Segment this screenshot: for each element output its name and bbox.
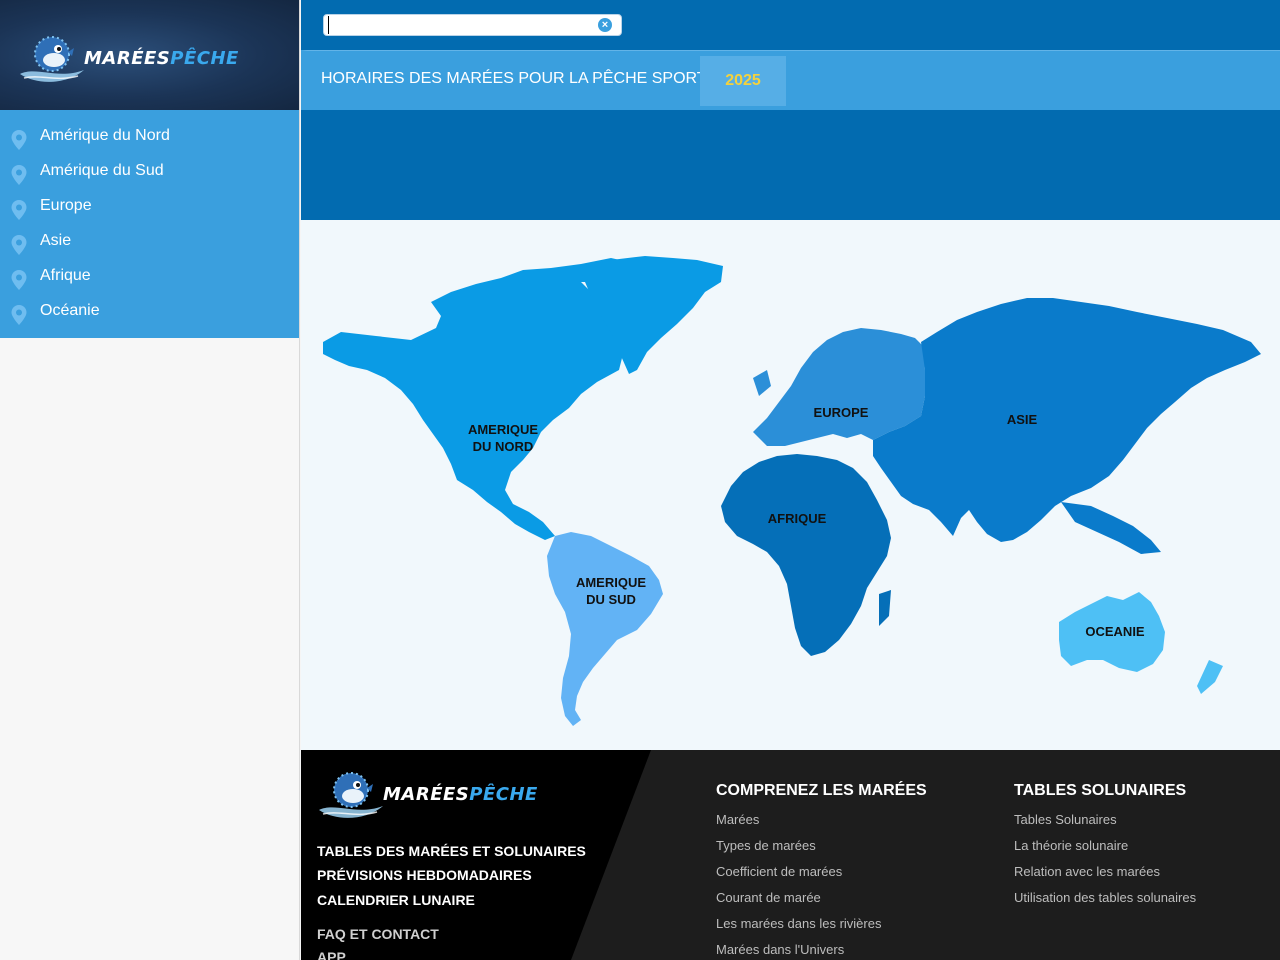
sidebar-item-0[interactable]: Amérique du Nord — [0, 118, 299, 153]
footer-logo[interactable]: MARÉESPÊCHE — [317, 766, 538, 822]
sidebar-item-3[interactable]: Asie — [0, 223, 299, 258]
label-north-america-2[interactable]: DU NORD — [473, 439, 534, 454]
sidebar-item-1[interactable]: Amérique du Sud — [0, 153, 299, 188]
map-pin-icon — [11, 269, 27, 290]
logo-text-white: MARÉES — [383, 783, 470, 805]
footer-link-lunar-calendar[interactable]: CALENDRIER LUNAIRE — [317, 892, 475, 908]
label-europe[interactable]: EUROPE — [814, 405, 869, 420]
logo-text-blue: PÊCHE — [469, 783, 538, 805]
map-pin-icon — [11, 199, 27, 220]
label-north-america[interactable]: AMERIQUE — [468, 422, 538, 437]
footer-link[interactable]: Courant de marée — [716, 890, 927, 916]
sidebar-item-label: Europe — [40, 196, 92, 214]
footer-link[interactable]: Les marées dans les rivières — [716, 916, 927, 942]
map-pin-icon — [11, 304, 27, 325]
region-asia[interactable] — [873, 298, 1261, 554]
region-africa[interactable] — [721, 454, 891, 656]
footer-col-solunar-title: TABLES SOLUNAIRES — [1014, 782, 1187, 799]
clear-circle-icon[interactable]: × — [598, 18, 612, 32]
footer-link[interactable]: Coefficient de marées — [716, 864, 927, 890]
footer-col-tides: COMPRENEZ LES MARÉES Marées Types de mar… — [716, 782, 927, 960]
map-pin-icon — [11, 164, 27, 185]
footer-col-tides-title: COMPRENEZ LES MARÉES — [716, 782, 927, 799]
footer-link[interactable]: Relation avec les marées — [1014, 864, 1196, 890]
footer-link[interactable]: La théorie solunaire — [1014, 838, 1196, 864]
logo-text-blue: PÊCHE — [170, 47, 239, 69]
header-bar: HORAIRES DES MARÉES POUR LA PÊCHE SPORTI… — [301, 50, 1280, 110]
pufferfish-logo-icon — [20, 36, 84, 82]
sidebar-item-label: Asie — [40, 231, 72, 249]
site-logo[interactable]: MARÉESPÊCHE — [18, 30, 239, 86]
footer-link-tide-tables[interactable]: TABLES DES MARÉES ET SOLUNAIRES — [317, 843, 586, 859]
region-south-america[interactable] — [547, 532, 663, 726]
footer-link[interactable]: Types de marées — [716, 838, 927, 864]
footer-col-solunar: TABLES SOLUNAIRES Tables Solunaires La t… — [1014, 782, 1196, 916]
continent-nav: Amérique du Nord Amérique du Sud Europe Asi… — [0, 110, 299, 338]
label-oceania[interactable]: OCEANIE — [1085, 624, 1145, 639]
logo-text: MARÉESPÊCHE — [84, 48, 239, 69]
map-pin-icon — [11, 234, 27, 255]
sidebar: MARÉESPÊCHE Amérique du Nord Amérique du … — [0, 0, 300, 960]
footer-link-weekly-forecast[interactable]: PRÉVISIONS HEBDOMADAIRES — [317, 867, 532, 883]
sidebar-item-5[interactable]: Océanie — [0, 293, 299, 328]
footer-link[interactable]: Utilisation des tables solunaires — [1014, 890, 1196, 916]
label-africa[interactable]: AFRIQUE — [768, 511, 827, 526]
logo-text: MARÉESPÊCHE — [383, 784, 538, 805]
banner-area — [301, 110, 1280, 220]
sidebar-item-label: Afrique — [40, 266, 91, 284]
footer-link[interactable]: Tables Solunaires — [1014, 812, 1196, 838]
label-asia[interactable]: ASIE — [1007, 412, 1038, 427]
sidebar-logo-box: MARÉESPÊCHE — [0, 0, 299, 110]
world-map-svg: AMERIQUE DU NORD AMERIQUE DU SUD EUROPE … — [323, 256, 1261, 726]
sidebar-item-2[interactable]: Europe — [0, 188, 299, 223]
search-box: × — [323, 14, 622, 36]
sidebar-item-label: Océanie — [40, 301, 100, 319]
sidebar-item-label: Amérique du Nord — [40, 126, 170, 144]
search-input[interactable] — [328, 16, 588, 34]
year-badge[interactable]: 2025 — [700, 56, 786, 106]
footer-link-faq-contact[interactable]: FAQ ET CONTACT — [317, 926, 439, 942]
label-south-america-2[interactable]: DU SUD — [586, 592, 636, 607]
footer-link[interactable]: Marées dans l'Univers — [716, 942, 927, 960]
footer-link[interactable]: Marées — [716, 812, 927, 838]
page-title: HORAIRES DES MARÉES POUR LA PÊCHE SPORTI… — [321, 70, 733, 87]
map-pin-icon — [11, 129, 27, 150]
label-south-america[interactable]: AMERIQUE — [576, 575, 646, 590]
logo-text-white: MARÉES — [84, 47, 171, 69]
top-bar: × — [301, 0, 1280, 50]
footer: MARÉESPÊCHE TABLES DES MARÉES ET SOLUNAI… — [301, 750, 1280, 960]
region-oceania[interactable] — [1059, 592, 1223, 694]
region-north-america[interactable] — [323, 258, 631, 540]
footer-link-app[interactable]: APP — [317, 949, 346, 960]
world-map: AMERIQUE DU NORD AMERIQUE DU SUD EUROPE … — [301, 220, 1280, 750]
sidebar-item-4[interactable]: Afrique — [0, 258, 299, 293]
pufferfish-logo-icon — [319, 772, 383, 818]
sidebar-item-label: Amérique du Sud — [40, 161, 164, 179]
